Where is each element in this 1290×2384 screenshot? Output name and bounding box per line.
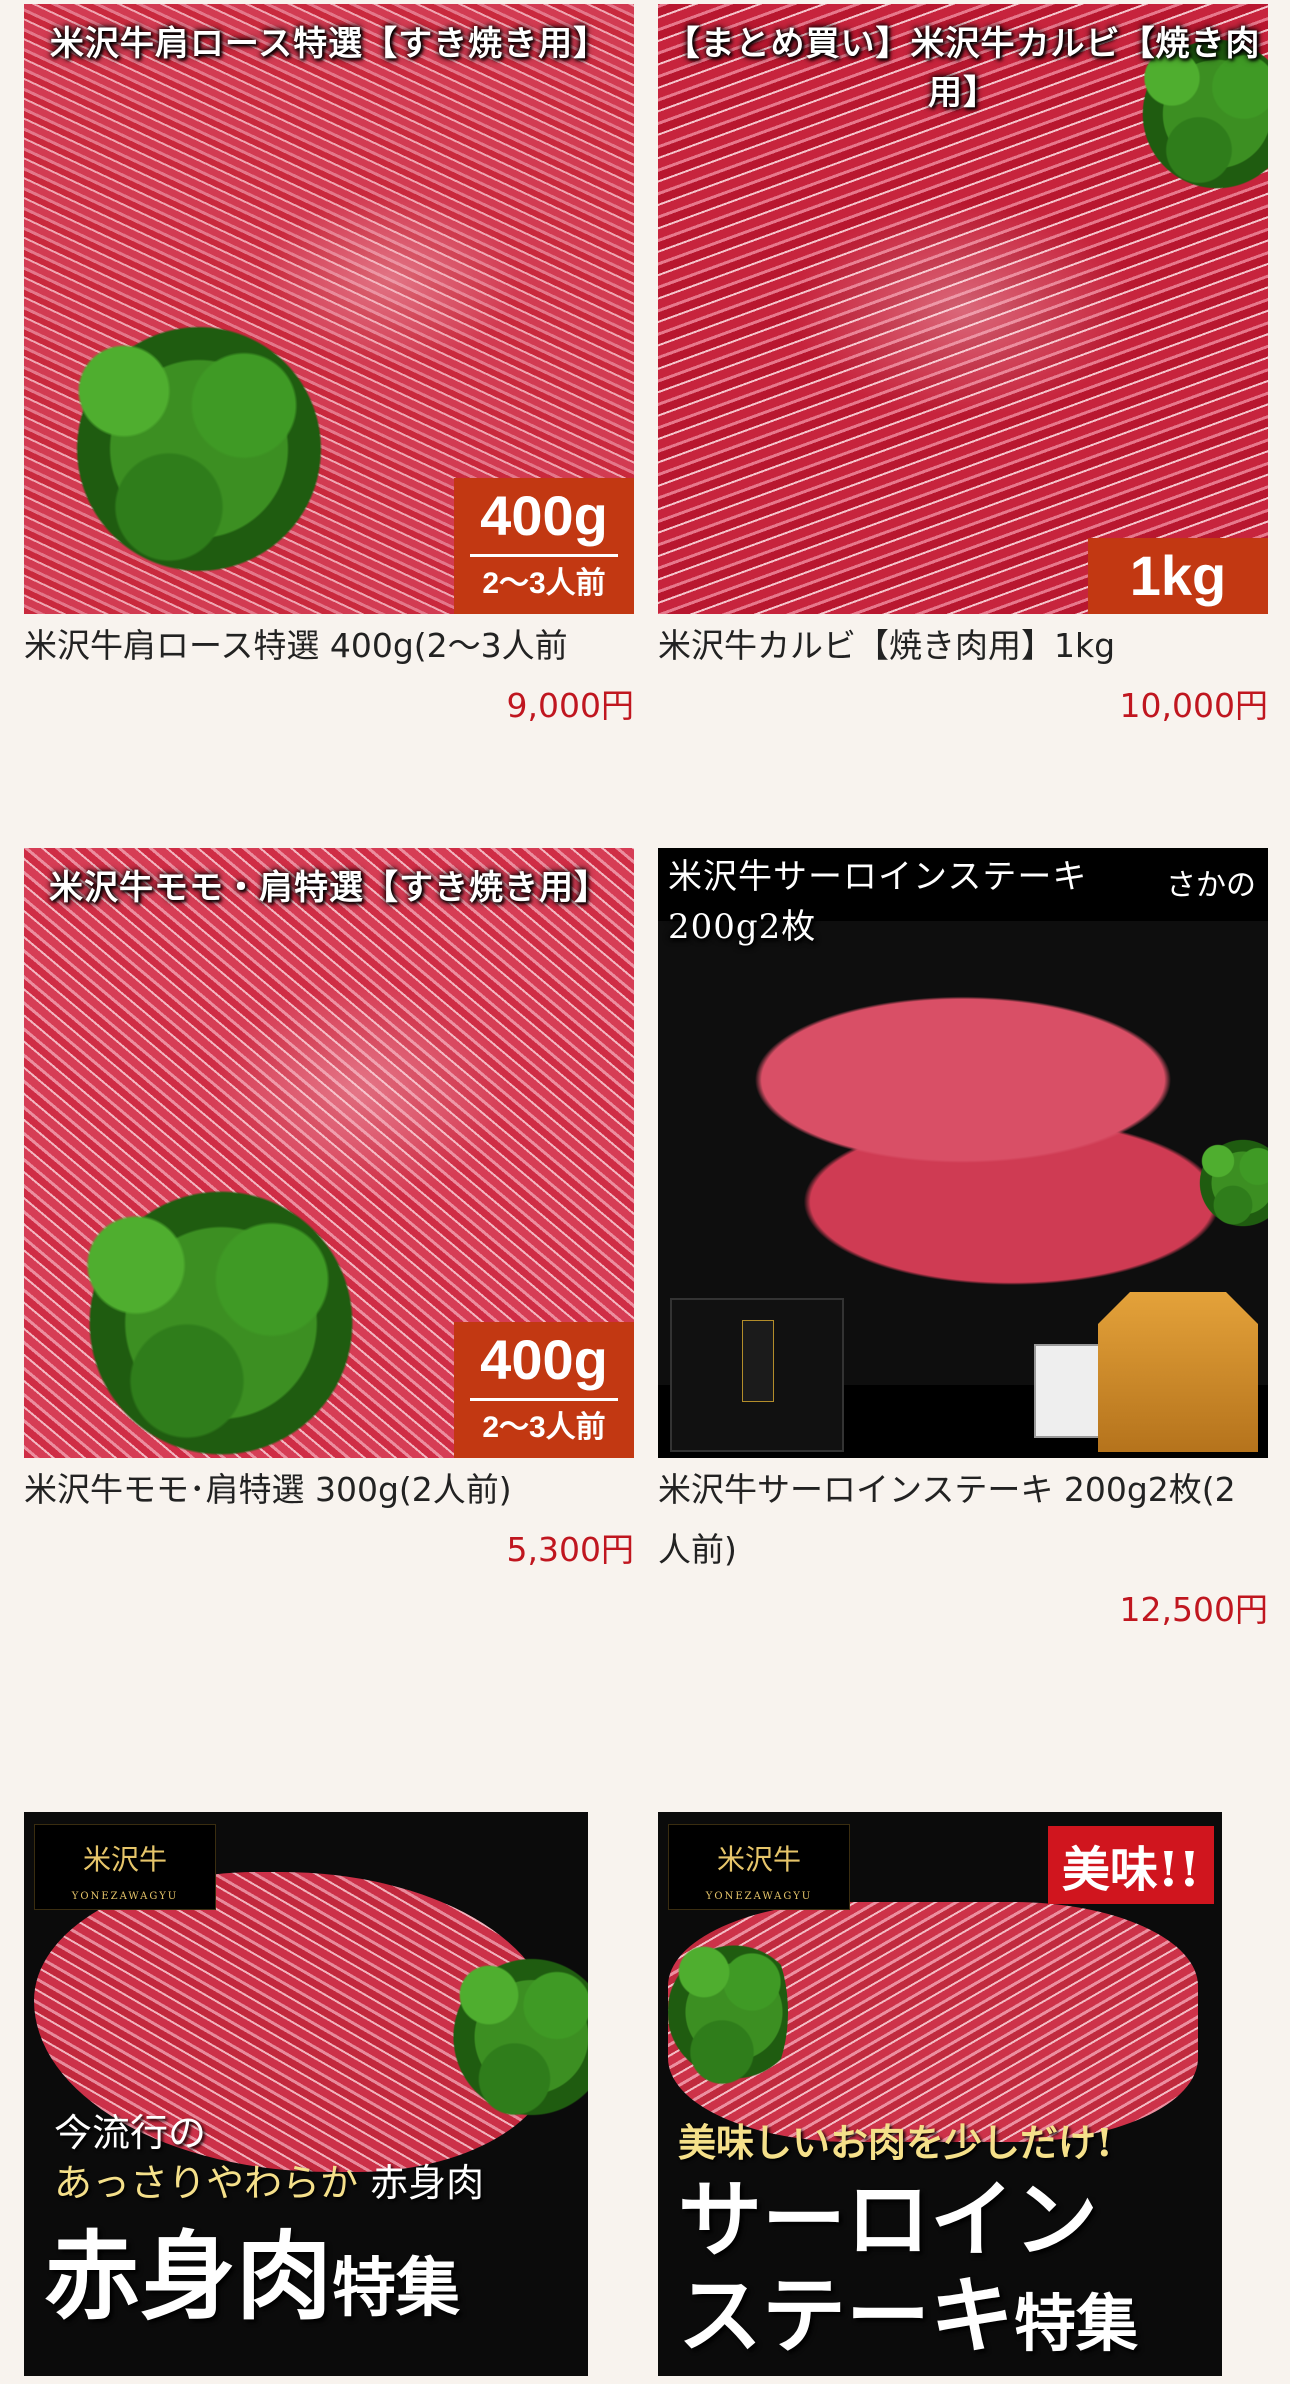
parsley-garnish [34,1178,374,1458]
weight-badge: 400g 2〜3人前 [454,478,634,614]
feature-banner-sirloin[interactable]: 米沢牛 YONEZAWAGYU 美味!! 美味しいお肉を少しだけ! サーロイン … [658,1812,1222,2376]
product-name[interactable]: 米沢牛肩ロース特選 400g(2〜3人前 [24,616,634,676]
product-price: 10,000円 [1119,686,1268,725]
product-name[interactable]: 米沢牛サーロインステーキ 200g2枚(2人前) [658,1460,1268,1580]
product-name[interactable]: 米沢牛モモ･肩特選 300g(2人前) [24,1460,634,1520]
banner-subline: 今流行の [54,2111,207,2155]
badge-servings: 2〜3人前 [482,1411,606,1444]
banner-title: 赤身肉特集 [44,2220,460,2333]
product-image[interactable]: 【まとめ買い】米沢牛カルビ【焼き肉用】 1kg [658,4,1268,614]
product-card[interactable]: 米沢牛サーロインステーキ 200g2枚 さかの 米沢牛サーロインステーキ 200… [658,848,1268,1640]
product-card[interactable]: 米沢牛モモ・肩特選【すき焼き用】 400g 2〜3人前 米沢牛モモ･肩特選 30… [24,848,634,1580]
weight-badge: 400g 2〜3人前 [454,1322,634,1458]
banner-catchphrase: 美味しいお肉を少しだけ! [678,2120,1113,2165]
certificate [1034,1344,1108,1438]
parsley-garnish [34,304,334,594]
badge-weight: 400g [470,1322,618,1401]
weight-badge: 1kg [1088,538,1268,614]
banner-title: サーロイン ステーキ特集 [678,2170,1139,2365]
wooden-plaque [1098,1292,1258,1452]
badge-weight: 400g [470,478,618,557]
brand-logo: さかの [1166,868,1256,903]
parsley-garnish [668,1912,788,2112]
gift-box [670,1298,844,1452]
image-title: 米沢牛肩ロース特選【すき焼き用】 [49,24,609,64]
image-title-line2: 200g2枚 [668,907,817,947]
brand-badge: 米沢牛 YONEZAWAGYU [668,1824,850,1910]
product-price: 9,000円 [506,686,634,725]
product-price: 5,300円 [506,1530,634,1569]
image-title: 【まとめ買い】米沢牛カルビ【焼き肉用】 [665,24,1261,113]
image-title: 米沢牛モモ・肩特選【すき焼き用】 [49,868,609,908]
product-name[interactable]: 米沢牛カルビ【焼き肉用】1kg [658,616,1268,676]
tasty-tag: 美味!! [1047,1826,1214,1904]
feature-banner-lean-meat[interactable]: 米沢牛 YONEZAWAGYU 今流行の あっさりやわらか 赤身肉 赤身肉特集 [24,1812,588,2376]
product-image[interactable]: 米沢牛肩ロース特選【すき焼き用】 400g 2〜3人前 [24,4,634,614]
product-image[interactable]: 米沢牛サーロインステーキ 200g2枚 さかの [658,848,1268,1458]
banner-subline: あっさりやわらか 赤身肉 [54,2161,485,2205]
product-image[interactable]: 米沢牛モモ・肩特選【すき焼き用】 400g 2〜3人前 [24,848,634,1458]
product-card[interactable]: 米沢牛肩ロース特選【すき焼き用】 400g 2〜3人前 米沢牛肩ロース特選 40… [24,4,634,736]
product-price: 12,500円 [1119,1590,1268,1629]
product-card[interactable]: 【まとめ買い】米沢牛カルビ【焼き肉用】 1kg 米沢牛カルビ【焼き肉用】1kg … [658,4,1268,736]
badge-servings: 2〜3人前 [482,567,606,600]
badge-weight: 1kg [1129,544,1227,607]
brand-badge: 米沢牛 YONEZAWAGYU [34,1824,216,1910]
